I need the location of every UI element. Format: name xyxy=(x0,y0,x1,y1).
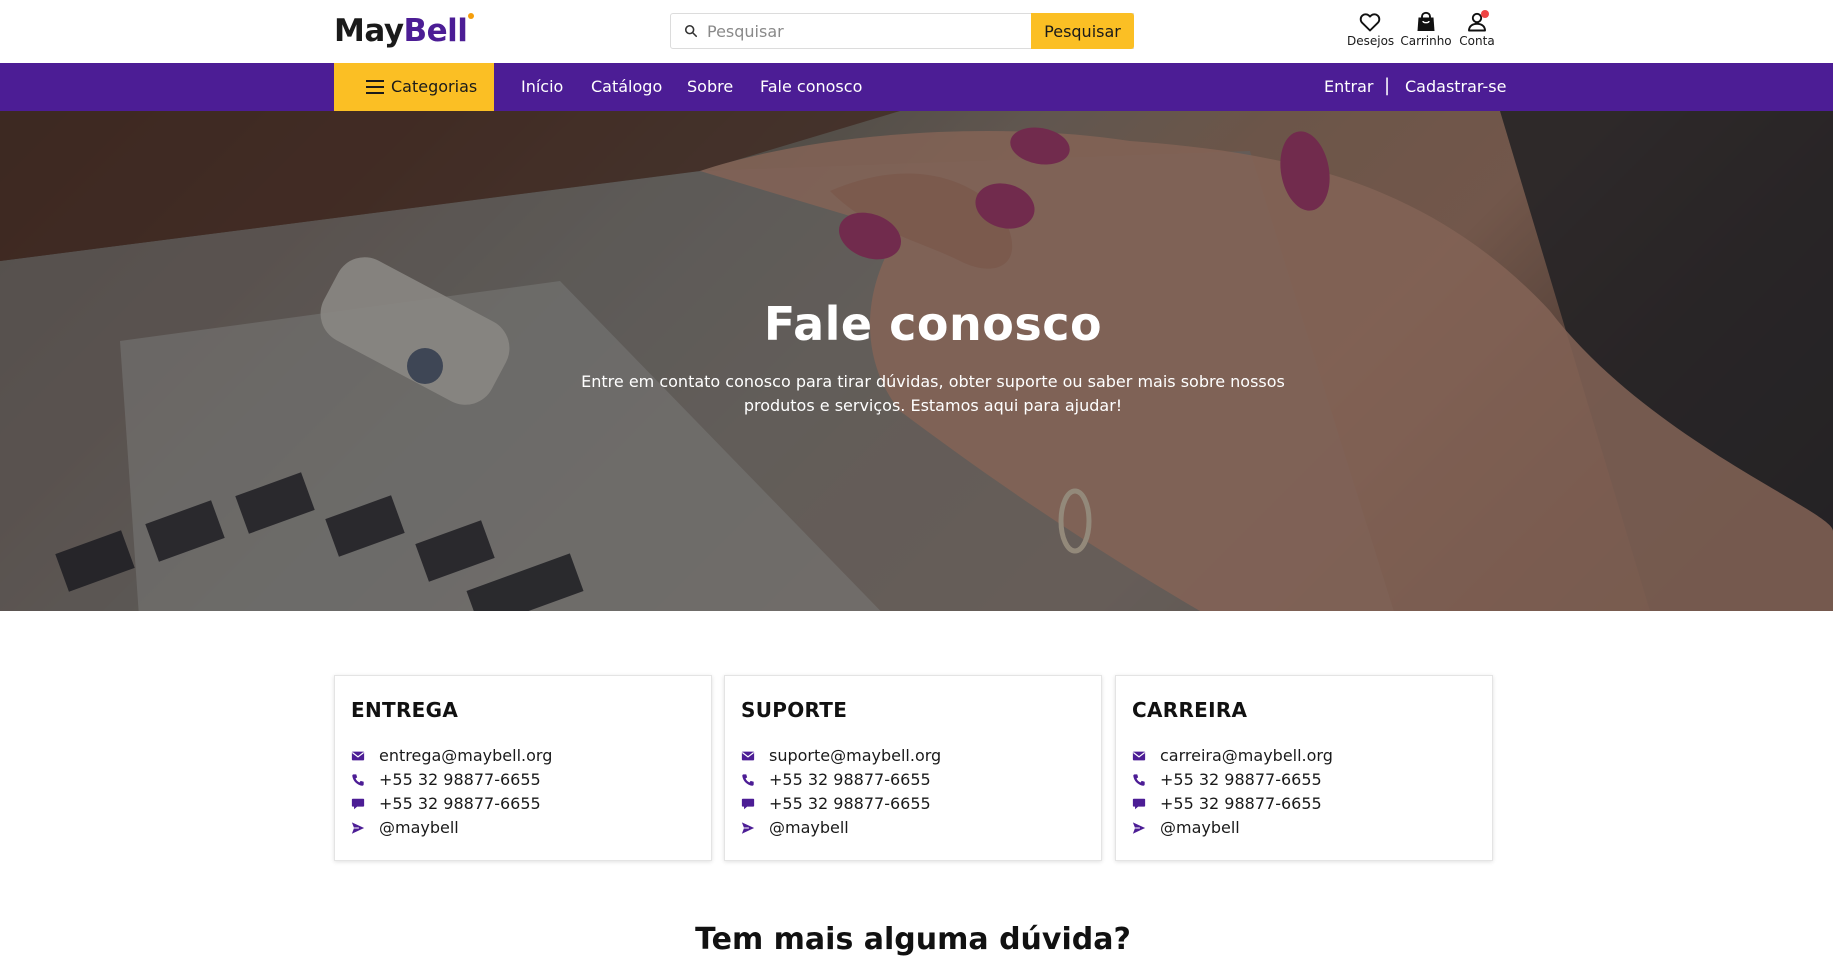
account-button[interactable]: Conta xyxy=(1458,10,1496,48)
shopping-bag-icon xyxy=(1417,11,1435,31)
nav-link-fale-conosco[interactable]: Fale conosco xyxy=(760,77,862,96)
categories-button[interactable]: Categorias xyxy=(334,63,494,111)
contact-card-carreira: CARREIRA carreira@maybell.org +55 32 988… xyxy=(1115,675,1493,861)
send-icon xyxy=(351,822,365,834)
cart-button[interactable]: Carrinho xyxy=(1399,10,1453,48)
hero-title: Fale conosco xyxy=(763,297,1103,351)
card-telegram: @maybell xyxy=(1160,818,1240,837)
card-phone: +55 32 98877-6655 xyxy=(769,770,931,789)
contact-card-entrega: ENTREGA entrega@maybell.org +55 32 98877… xyxy=(334,675,712,861)
hero-overlay xyxy=(0,111,1833,611)
phone-icon xyxy=(742,774,754,786)
card-email: entrega@maybell.org xyxy=(379,746,553,765)
nav-link-inicio[interactable]: Início xyxy=(521,77,563,96)
account-label: Conta xyxy=(1459,34,1495,48)
section-heading: Tem mais alguma dúvida? xyxy=(695,922,1131,957)
chat-bubble-icon xyxy=(1132,798,1146,810)
wishlist-label: Desejos xyxy=(1347,34,1395,48)
chat-bubble-icon xyxy=(741,798,755,810)
card-title: ENTREGA xyxy=(351,698,459,722)
top-header: MayBell Pesquisar Desejos Carrinho xyxy=(0,0,1833,63)
wishlist-button[interactable]: Desejos xyxy=(1347,10,1395,48)
brand-name-part2: Bell xyxy=(403,13,468,49)
login-link[interactable]: Entrar xyxy=(1324,77,1373,96)
main-nav: Categorias Início Catálogo Sobre Fale co… xyxy=(0,63,1833,111)
card-email: carreira@maybell.org xyxy=(1160,746,1333,765)
card-chat: +55 32 98877-6655 xyxy=(769,794,931,813)
heart-icon xyxy=(1359,13,1381,32)
envelope-icon xyxy=(741,751,755,761)
phone-icon xyxy=(1133,774,1145,786)
brand-dot xyxy=(468,13,475,19)
card-title: SUPORTE xyxy=(741,698,848,722)
nav-link-sobre[interactable]: Sobre xyxy=(687,77,733,96)
cart-label: Carrinho xyxy=(1400,34,1452,48)
chat-bubble-icon xyxy=(351,798,365,810)
hamburger-icon xyxy=(366,80,384,94)
notification-dot xyxy=(1481,10,1489,18)
search-button[interactable]: Pesquisar xyxy=(1031,13,1134,49)
envelope-icon xyxy=(351,751,365,761)
send-icon xyxy=(1132,822,1146,834)
brand-logo[interactable]: MayBell xyxy=(334,13,475,49)
hero-description: Entre em contato conosco para tirar dúvi… xyxy=(581,372,1285,415)
nav-link-catalogo[interactable]: Catálogo xyxy=(591,77,662,96)
categories-label: Categorias xyxy=(391,77,478,96)
envelope-icon xyxy=(1132,751,1146,761)
register-link[interactable]: Cadastrar-se xyxy=(1405,77,1506,96)
send-icon xyxy=(741,822,755,834)
card-phone: +55 32 98877-6655 xyxy=(1160,770,1322,789)
hero-banner: Fale conosco Entre em contato conosco pa… xyxy=(0,111,1833,611)
nav-separator: | xyxy=(1384,75,1391,96)
card-chat: +55 32 98877-6655 xyxy=(379,794,541,813)
search-icon xyxy=(684,24,698,38)
brand-name-part1: May xyxy=(334,13,404,49)
phone-icon xyxy=(352,774,364,786)
contact-card-suporte: SUPORTE suporte@maybell.org +55 32 98877… xyxy=(724,675,1102,861)
card-email: suporte@maybell.org xyxy=(769,746,942,765)
card-telegram: @maybell xyxy=(379,818,459,837)
card-title: CARREIRA xyxy=(1132,698,1248,722)
card-telegram: @maybell xyxy=(769,818,849,837)
card-phone: +55 32 98877-6655 xyxy=(379,770,541,789)
card-chat: +55 32 98877-6655 xyxy=(1160,794,1322,813)
